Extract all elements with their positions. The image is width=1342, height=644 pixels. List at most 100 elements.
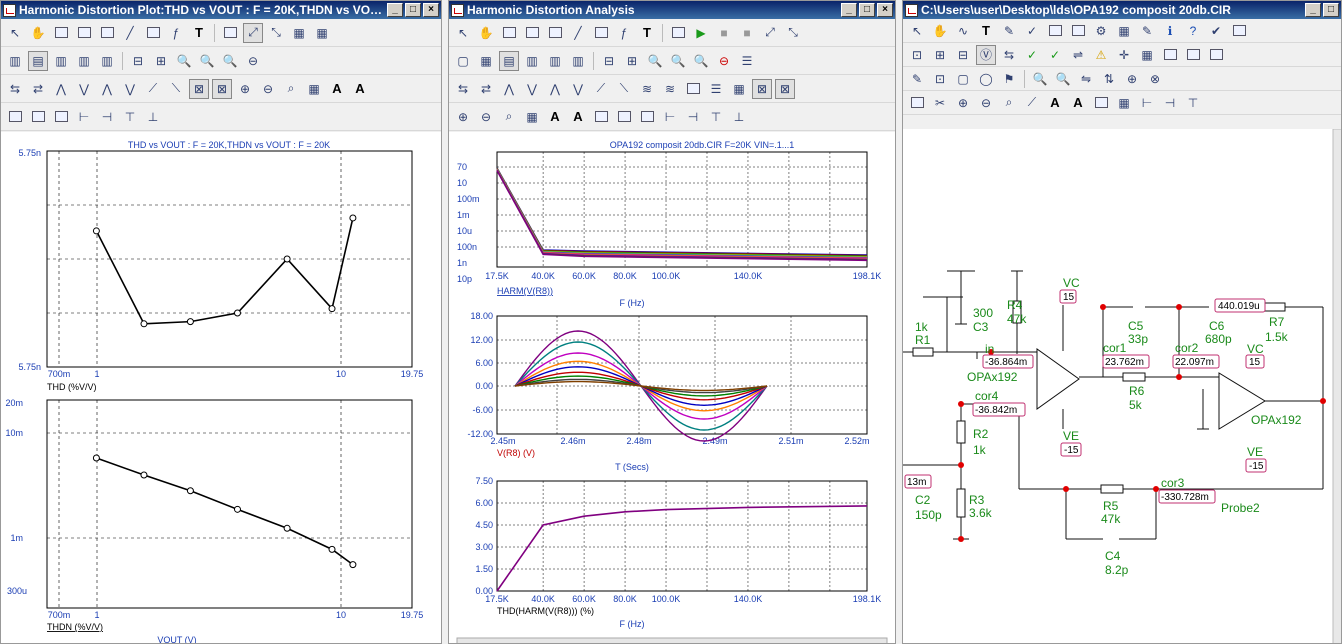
info-icon[interactable]: ℹ bbox=[1160, 21, 1180, 41]
font-color-icon[interactable]: A bbox=[568, 107, 588, 127]
swap-icon[interactable]: ⇌ bbox=[1068, 45, 1088, 65]
zoom-area-icon[interactable]: ⌕ bbox=[499, 107, 519, 127]
scale-icon[interactable]: ⤢ bbox=[760, 23, 780, 43]
slope-icon[interactable]: ⟋ bbox=[591, 79, 611, 99]
find2-icon[interactable]: 🔍 bbox=[1053, 69, 1073, 89]
layout5-icon[interactable]: ▥ bbox=[97, 51, 117, 71]
schematic-canvas[interactable]: R4 47k 300 C3 1k R1 in OPAx192 VC C5 33p… bbox=[903, 128, 1341, 643]
label-r7[interactable]: R7 bbox=[1269, 315, 1285, 329]
align-left-icon[interactable]: ⊢ bbox=[74, 107, 94, 127]
copy2-icon[interactable] bbox=[5, 107, 25, 127]
font-icon[interactable]: A bbox=[1045, 93, 1065, 113]
cursor-icon[interactable]: ⇆ bbox=[453, 79, 473, 99]
note-icon[interactable] bbox=[1229, 21, 1249, 41]
copy2-icon[interactable] bbox=[591, 107, 611, 127]
check2-icon[interactable]: ✔ bbox=[1206, 21, 1226, 41]
frame-icon[interactable]: ▢ bbox=[453, 51, 473, 71]
pan-tool-icon[interactable]: ✋ bbox=[476, 23, 496, 43]
tag-vin[interactable]: -36.864m bbox=[985, 357, 1027, 368]
paste2-icon[interactable] bbox=[637, 107, 657, 127]
graph-icon[interactable] bbox=[522, 23, 542, 43]
node-icon[interactable]: ⊞ bbox=[930, 45, 950, 65]
delete-icon[interactable]: ⊗ bbox=[1145, 69, 1165, 89]
run-icon[interactable]: ▶ bbox=[691, 23, 711, 43]
cursor2-icon[interactable]: ⇄ bbox=[28, 79, 48, 99]
grid-icon[interactable]: ▦ bbox=[1137, 45, 1157, 65]
label-c3-value[interactable]: 300 bbox=[973, 306, 993, 320]
zoom-fit-icon[interactable]: 🔍 bbox=[197, 51, 217, 71]
pan-tool-icon[interactable]: ✋ bbox=[930, 21, 950, 41]
align-top-icon[interactable]: ⊤ bbox=[706, 107, 726, 127]
wire-icon[interactable]: ∿ bbox=[953, 21, 973, 41]
align-left-icon[interactable]: ⊢ bbox=[1137, 93, 1157, 113]
label-cor3[interactable]: cor3 bbox=[1161, 476, 1185, 490]
label-r1[interactable]: R1 bbox=[915, 333, 931, 347]
flow-icon[interactable]: ⇆ bbox=[999, 45, 1019, 65]
layout-icon[interactable]: ▤ bbox=[499, 50, 519, 71]
valley-icon[interactable]: ⋁ bbox=[74, 79, 94, 99]
page-icon[interactable] bbox=[907, 93, 927, 113]
tag-cor4[interactable]: -36.842m bbox=[975, 405, 1017, 416]
zoom-back-icon[interactable]: ⊖ bbox=[243, 51, 263, 71]
label-opa2[interactable]: OPAx192 bbox=[1251, 413, 1302, 427]
peak-icon[interactable]: ⋀ bbox=[499, 79, 519, 99]
cursor-icon[interactable]: ⇆ bbox=[5, 79, 25, 99]
wave2-icon[interactable]: ≋ bbox=[660, 79, 680, 99]
select-tool-icon[interactable]: ↖ bbox=[5, 23, 25, 43]
maximize-button[interactable]: □ bbox=[1323, 3, 1339, 17]
bus-icon[interactable] bbox=[1045, 21, 1065, 41]
select-tool-icon[interactable]: ↖ bbox=[907, 21, 927, 41]
high-icon[interactable]: ⋀ bbox=[97, 79, 117, 99]
calc-icon[interactable] bbox=[1160, 45, 1180, 65]
box-icon[interactable]: ▢ bbox=[953, 69, 973, 89]
layout4-icon[interactable]: ▥ bbox=[74, 51, 94, 71]
grid-select-icon[interactable]: ▦ bbox=[1114, 93, 1134, 113]
layout4-icon[interactable]: ▥ bbox=[568, 51, 588, 71]
zoom-scale-icon[interactable]: 🔍 bbox=[220, 51, 240, 71]
grid-icon[interactable]: ▦ bbox=[289, 23, 309, 43]
align-right-icon[interactable]: ⊣ bbox=[683, 107, 703, 127]
label-cor2[interactable]: cor2 bbox=[1175, 341, 1199, 355]
scale-off-icon[interactable]: ⤡ bbox=[783, 23, 803, 43]
pan-tool-icon[interactable]: ✋ bbox=[28, 23, 48, 43]
label-cor4[interactable]: cor4 bbox=[975, 389, 999, 403]
green-check-icon[interactable]: ✓ bbox=[1022, 45, 1042, 65]
layout2-icon[interactable]: ▥ bbox=[522, 51, 542, 71]
label-c5-value[interactable]: 33p bbox=[1128, 332, 1148, 346]
split2-icon[interactable]: ⊞ bbox=[622, 51, 642, 71]
align-right-icon[interactable]: ⊣ bbox=[97, 107, 117, 127]
zoom-area-icon[interactable]: ⌕ bbox=[999, 93, 1019, 113]
tag-cor2[interactable]: 22.097m bbox=[1175, 357, 1214, 368]
tag-13m[interactable]: 13m bbox=[907, 477, 926, 488]
zoom-out-icon[interactable]: ⊖ bbox=[258, 79, 278, 99]
line-tool-icon[interactable]: ╱ bbox=[120, 23, 140, 43]
layout3-icon[interactable]: ▥ bbox=[545, 51, 565, 71]
circle-icon[interactable]: ◯ bbox=[976, 69, 996, 89]
flag-icon[interactable]: ⚑ bbox=[999, 69, 1019, 89]
layout2-icon[interactable]: ▤ bbox=[28, 50, 48, 71]
tag-15b[interactable]: 15 bbox=[1249, 357, 1261, 368]
slope2-icon[interactable]: ⟍ bbox=[166, 79, 186, 99]
label-r7-value[interactable]: 1.5k bbox=[1265, 330, 1289, 344]
text-tool-icon[interactable]: T bbox=[637, 23, 657, 43]
label-vc2[interactable]: VC bbox=[1247, 342, 1264, 356]
pin-icon[interactable]: ⊟ bbox=[953, 45, 973, 65]
stop-icon[interactable]: ■ bbox=[714, 23, 734, 43]
plot-area[interactable]: THD vs VOUT : F = 20K,THDN vs VOUT : F =… bbox=[1, 132, 441, 643]
label-r2[interactable]: R2 bbox=[973, 427, 989, 441]
label-c6[interactable]: C6 bbox=[1209, 319, 1225, 333]
label-c4[interactable]: C4 bbox=[1105, 549, 1121, 563]
frame-icon[interactable]: ⊡ bbox=[930, 69, 950, 89]
zoom-in-icon[interactable]: ⊕ bbox=[453, 107, 473, 127]
zoom-out-icon[interactable]: ⊖ bbox=[476, 107, 496, 127]
cursor2-icon[interactable]: ⇄ bbox=[476, 79, 496, 99]
note3-icon[interactable] bbox=[1206, 45, 1226, 65]
maximize-button[interactable]: □ bbox=[405, 3, 421, 17]
ruler-icon[interactable]: ⟋ bbox=[1022, 93, 1042, 113]
add-icon[interactable]: ⊕ bbox=[1122, 69, 1142, 89]
list2-icon[interactable]: ☰ bbox=[706, 79, 726, 99]
align-bottom-icon[interactable]: ⊥ bbox=[143, 107, 163, 127]
zoom-area-icon[interactable]: ⌕ bbox=[281, 79, 301, 99]
warning-icon[interactable]: ⚠ bbox=[1091, 45, 1111, 65]
paste-icon[interactable] bbox=[28, 107, 48, 127]
